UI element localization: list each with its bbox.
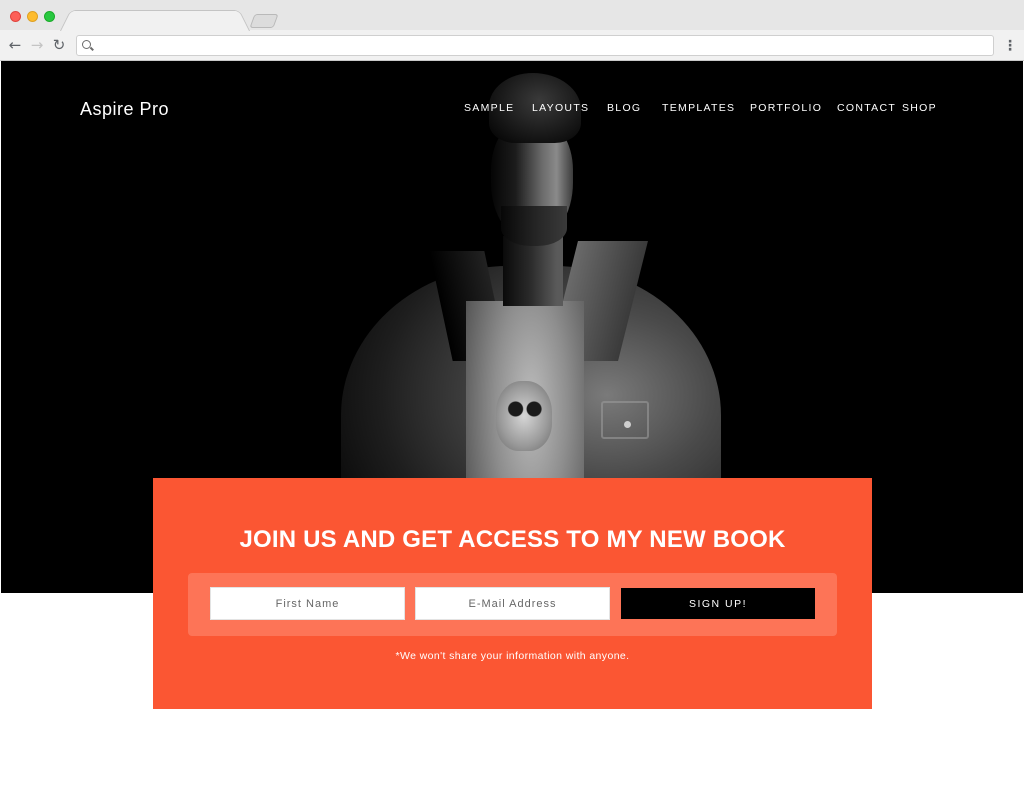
nav-item-contact[interactable]: CONTACT <box>837 102 896 114</box>
tab-strip <box>0 0 1024 31</box>
reload-icon[interactable]: ↻ <box>50 35 68 55</box>
portrait-skull-print <box>496 381 552 451</box>
web-page: Aspire Pro SAMPLE LAYOUTS BLOG TEMPLATES… <box>1 61 1023 791</box>
new-tab-button[interactable] <box>249 14 279 28</box>
sign-up-button[interactable]: SIGN UP! <box>621 588 815 619</box>
first-name-input[interactable] <box>210 587 405 620</box>
portrait-button <box>624 421 631 428</box>
primary-navigation: SAMPLE LAYOUTS BLOG TEMPLATES PORTFOLIO … <box>1 102 1023 118</box>
portrait-pocket <box>601 401 649 439</box>
nav-item-templates[interactable]: TEMPLATES <box>662 102 735 114</box>
browser-chrome: ← → ↻ ⋮ <box>0 0 1024 61</box>
nav-item-sample[interactable]: SAMPLE <box>464 102 514 114</box>
portrait-beard <box>501 206 567 246</box>
minimize-window-button[interactable] <box>27 11 38 22</box>
close-window-button[interactable] <box>10 11 21 22</box>
forward-arrow-icon[interactable]: → <box>28 35 46 55</box>
privacy-disclaimer: *We won't share your information with an… <box>395 650 630 662</box>
nav-item-layouts[interactable]: LAYOUTS <box>532 102 589 114</box>
signup-box: JOIN US AND GET ACCESS TO MY NEW BOOK SI… <box>153 478 872 709</box>
nav-item-shop[interactable]: SHOP <box>902 102 937 114</box>
search-icon <box>82 40 91 49</box>
back-arrow-icon[interactable]: ← <box>6 35 24 55</box>
portrait-neck <box>503 236 563 306</box>
address-bar[interactable] <box>76 35 994 56</box>
browser-toolbar: ← → ↻ ⋮ <box>0 30 1024 61</box>
maximize-window-button[interactable] <box>44 11 55 22</box>
signup-heading: JOIN US AND GET ACCESS TO MY NEW BOOK <box>239 526 786 553</box>
nav-item-portfolio[interactable]: PORTFOLIO <box>750 102 822 114</box>
signup-form: SIGN UP! <box>188 573 837 636</box>
email-input[interactable] <box>415 587 610 620</box>
browser-menu-icon[interactable]: ⋮ <box>1003 37 1017 55</box>
nav-item-blog[interactable]: BLOG <box>607 102 641 114</box>
browser-tab[interactable] <box>60 10 250 31</box>
